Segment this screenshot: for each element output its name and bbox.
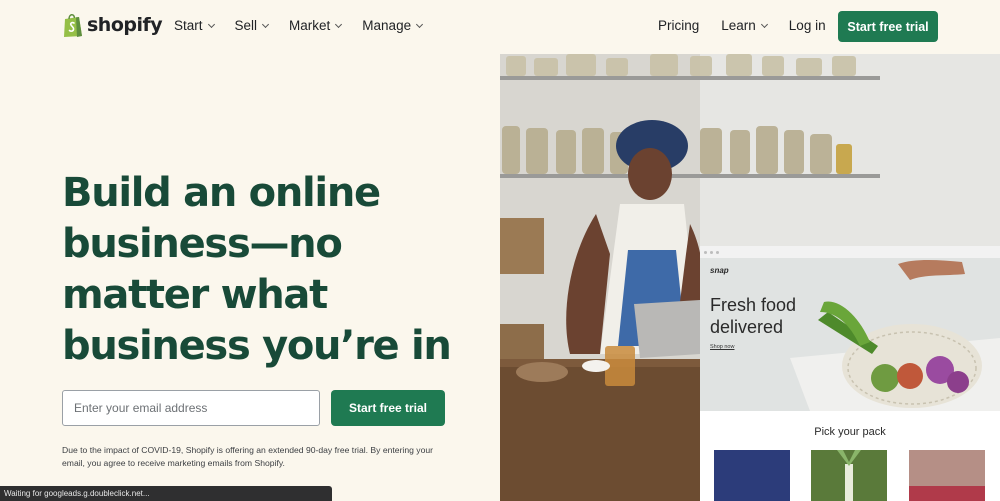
store-preview-card: snap Fresh food delivered Shop now Pick …	[700, 246, 1000, 501]
pick-pack-heading: Pick your pack	[814, 426, 886, 438]
nav-login[interactable]: Log in	[789, 18, 826, 33]
chevron-down-icon	[416, 20, 424, 28]
nav-pricing-label: Pricing	[658, 18, 700, 33]
nav-sell-label: Sell	[234, 18, 258, 33]
pack-tile[interactable]	[811, 450, 887, 501]
browser-status-bar: Waiting for googleads.g.doubleclick.net.…	[0, 486, 332, 501]
store-brand: snap	[710, 266, 729, 275]
nav-market[interactable]: Market	[289, 18, 343, 33]
chevron-down-icon	[261, 20, 270, 28]
covid-disclaimer: Due to the impact of COVID-19, Shopify i…	[62, 445, 434, 468]
logo-wordmark: shopify	[87, 14, 163, 36]
hero-headline: Build an online business—no matter what …	[62, 170, 452, 369]
chevron-down-icon	[760, 20, 768, 28]
window-dot	[716, 250, 719, 254]
nav-learn-label: Learn	[721, 18, 756, 33]
browser-dots	[700, 246, 1000, 258]
nav-login-label: Log in	[788, 18, 826, 33]
email-input[interactable]	[62, 390, 320, 426]
nav-learn[interactable]: Learn	[721, 18, 768, 33]
pack-tile[interactable]	[714, 450, 790, 501]
nav-market-label: Market	[289, 18, 331, 33]
shopping-bag-icon	[62, 12, 84, 38]
site-header: shopify Start Sell Market Manage Pricing…	[0, 0, 1000, 54]
chevron-down-icon	[207, 20, 215, 28]
shop-now-link[interactable]: Shop now	[710, 344, 734, 350]
nav-sell[interactable]: Sell	[234, 18, 270, 33]
header-start-trial-button[interactable]: Start free trial	[838, 11, 938, 42]
nav-start[interactable]: Start	[174, 18, 215, 33]
window-dot	[704, 250, 707, 254]
leek-icon	[837, 450, 861, 501]
nav-manage-label: Manage	[362, 18, 412, 33]
store-title: Fresh food delivered	[710, 295, 797, 337]
secondary-nav: Pricing Learn Log in	[658, 18, 826, 33]
shopify-logo[interactable]: shopify	[62, 12, 163, 38]
nav-pricing[interactable]: Pricing	[658, 18, 699, 33]
window-dot	[710, 250, 713, 254]
nav-start-label: Start	[174, 18, 203, 33]
pack-tile[interactable]	[909, 450, 985, 501]
store-hero: snap Fresh food delivered Shop now	[700, 258, 1000, 411]
hero-start-trial-button[interactable]: Start free trial	[331, 390, 445, 426]
nav-manage[interactable]: Manage	[362, 18, 424, 33]
chevron-down-icon	[335, 20, 343, 28]
produce-icon	[909, 486, 985, 501]
primary-nav: Start Sell Market Manage	[174, 18, 424, 33]
